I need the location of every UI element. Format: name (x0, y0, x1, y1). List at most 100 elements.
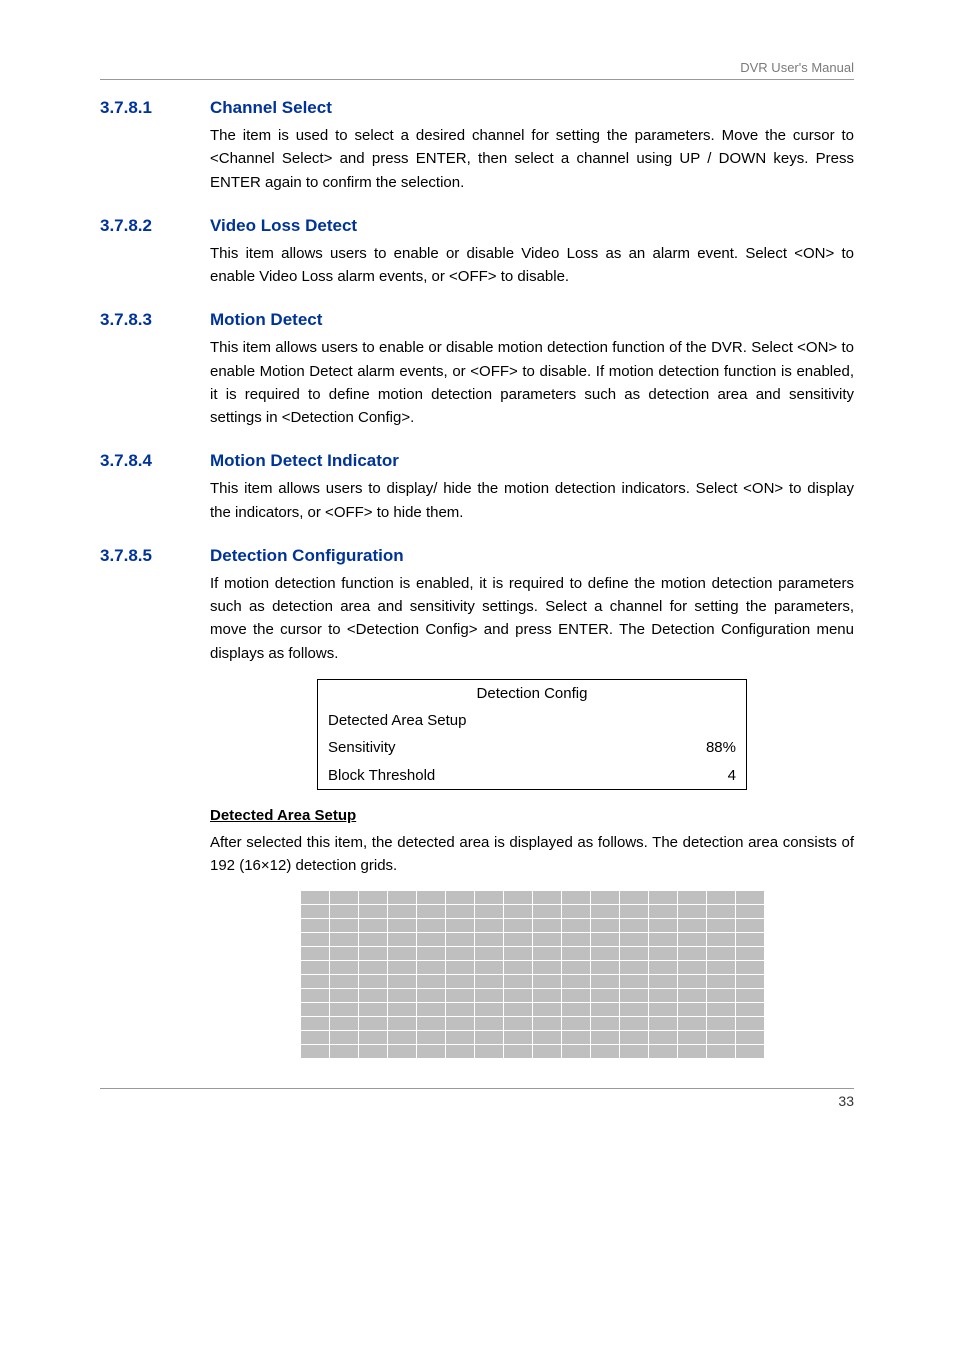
grid-cell (706, 1016, 735, 1030)
table-row-label: Block Threshold (318, 762, 533, 790)
section-channel-select: 3.7.8.1 Channel Select The item is used … (100, 98, 854, 194)
grid-cell (503, 918, 532, 932)
section-title: Detection Configuration (210, 546, 404, 566)
grid-cell (329, 1016, 358, 1030)
grid-cell (619, 890, 648, 904)
grid-cell (532, 1016, 561, 1030)
grid-cell (445, 918, 474, 932)
section-video-loss-detect: 3.7.8.2 Video Loss Detect This item allo… (100, 216, 854, 289)
grid-cell (416, 904, 445, 918)
grid-cell (648, 1044, 677, 1058)
page-number: 33 (100, 1093, 854, 1109)
grid-cell (329, 988, 358, 1002)
grid-cell (706, 918, 735, 932)
grid-cell (416, 1016, 445, 1030)
grid-cell (387, 890, 416, 904)
grid-cell (474, 904, 503, 918)
grid-cell (648, 1002, 677, 1016)
grid-cell (532, 890, 561, 904)
grid-cell (503, 1030, 532, 1044)
grid-cell (474, 890, 503, 904)
grid-cell (416, 890, 445, 904)
grid-cell (532, 1030, 561, 1044)
grid-cell (416, 1030, 445, 1044)
grid-cell (735, 1016, 764, 1030)
grid-cell (358, 1002, 387, 1016)
grid-cell (677, 890, 706, 904)
grid-cell (532, 974, 561, 988)
grid-cell (648, 904, 677, 918)
grid-cell (648, 890, 677, 904)
grid-cell (735, 974, 764, 988)
grid-cell (677, 1016, 706, 1030)
grid-cell (474, 960, 503, 974)
grid-cell (619, 932, 648, 946)
section-body: The item is used to select a desired cha… (210, 124, 854, 194)
grid-cell (619, 988, 648, 1002)
grid-cell (735, 918, 764, 932)
grid-cell (561, 1044, 590, 1058)
grid-cell (416, 974, 445, 988)
section-body: If motion detection function is enabled,… (210, 572, 854, 1058)
grid-cell (706, 890, 735, 904)
grid-cell (387, 1044, 416, 1058)
grid-cell (503, 988, 532, 1002)
section-title: Motion Detect Indicator (210, 451, 399, 471)
section-title: Video Loss Detect (210, 216, 357, 236)
header-right: DVR User's Manual (100, 60, 854, 75)
footer-rule (100, 1088, 854, 1089)
grid-cell (648, 1016, 677, 1030)
grid-cell (677, 1002, 706, 1016)
grid-cell (474, 918, 503, 932)
detection-config-table: Detection Config Detected Area Setup Sen… (317, 679, 747, 790)
grid-cell (677, 974, 706, 988)
grid-cell (590, 1044, 619, 1058)
grid-cell (416, 946, 445, 960)
grid-cell (561, 974, 590, 988)
grid-cell (619, 960, 648, 974)
grid-cell (416, 932, 445, 946)
grid-cell (329, 1044, 358, 1058)
grid-cell (445, 946, 474, 960)
grid-cell (329, 960, 358, 974)
section-body: This item allows users to display/ hide … (210, 477, 854, 524)
grid-cell (532, 960, 561, 974)
table-title: Detection Config (318, 679, 747, 707)
grid-cell (561, 946, 590, 960)
grid-cell (561, 918, 590, 932)
grid-cell (474, 932, 503, 946)
grid-cell (474, 1016, 503, 1030)
grid-cell (706, 974, 735, 988)
grid-cell (474, 1044, 503, 1058)
grid-cell (358, 988, 387, 1002)
grid-cell (358, 918, 387, 932)
grid-cell (300, 1002, 329, 1016)
grid-cell (590, 974, 619, 988)
grid-cell (677, 946, 706, 960)
grid-cell (474, 988, 503, 1002)
grid-cell (648, 988, 677, 1002)
grid-cell (503, 1044, 532, 1058)
grid-cell (387, 946, 416, 960)
grid-cell (619, 1002, 648, 1016)
grid-cell (706, 904, 735, 918)
grid-cell (503, 890, 532, 904)
grid-cell (735, 890, 764, 904)
grid-cell (590, 946, 619, 960)
detection-grid (300, 890, 764, 1058)
grid-cell (358, 890, 387, 904)
grid-cell (300, 974, 329, 988)
section-number: 3.7.8.5 (100, 546, 210, 566)
subsection-body: After selected this item, the detected a… (210, 831, 854, 878)
grid-cell (532, 1002, 561, 1016)
grid-cell (532, 1044, 561, 1058)
grid-cell (329, 918, 358, 932)
grid-cell (619, 946, 648, 960)
detection-grid-wrap (300, 890, 764, 1058)
grid-cell (561, 904, 590, 918)
grid-cell (416, 988, 445, 1002)
grid-cell (358, 946, 387, 960)
grid-cell (619, 918, 648, 932)
grid-cell (532, 946, 561, 960)
section-body: This item allows users to enable or disa… (210, 242, 854, 289)
